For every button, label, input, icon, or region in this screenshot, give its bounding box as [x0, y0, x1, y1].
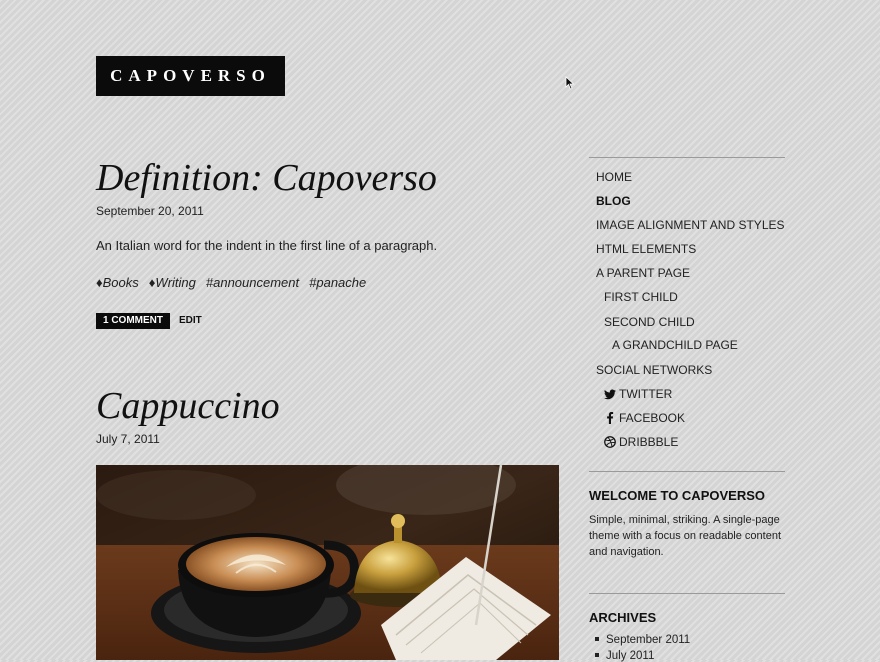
- archive-link[interactable]: July 2011: [595, 650, 654, 662]
- dribbble-icon: [604, 436, 616, 448]
- nav-item-first-child[interactable]: FIRST CHILD: [604, 290, 678, 304]
- category-link[interactable]: ♦Books: [96, 275, 139, 290]
- tag-link[interactable]: #announcement: [206, 275, 299, 290]
- nav-item-facebook[interactable]: FACEBOOK: [604, 411, 685, 425]
- post-date: July 7, 2011: [96, 432, 160, 446]
- nav-item-social-networks[interactable]: SOCIAL NETWORKS: [596, 363, 712, 377]
- archive-link[interactable]: September 2011: [595, 634, 690, 646]
- post-excerpt: An Italian word for the indent in the fi…: [96, 238, 438, 253]
- nav-item-twitter[interactable]: TWITTER: [604, 387, 672, 401]
- sidebar-divider: [589, 157, 785, 158]
- mouse-cursor-icon: [565, 76, 575, 90]
- nav-item-blog[interactable]: BLOG: [596, 194, 631, 208]
- comments-button[interactable]: 1 COMMENT: [96, 313, 170, 329]
- edit-link[interactable]: EDIT: [179, 313, 202, 329]
- sidebar-divider: [589, 471, 785, 472]
- post-taxonomy: ♦Books ♦Writing #announcement #panache: [96, 275, 366, 290]
- nav-item-parent-page[interactable]: A PARENT PAGE: [596, 266, 690, 280]
- nav-item-second-child[interactable]: SECOND CHILD: [604, 315, 695, 329]
- nav-item-dribbble[interactable]: DRIBBBLE: [604, 435, 678, 449]
- welcome-widget-title: WELCOME TO CAPOVERSO: [589, 488, 765, 503]
- facebook-icon: [607, 412, 614, 424]
- site-logo[interactable]: CAPOVERSO: [96, 56, 285, 96]
- tag-link[interactable]: #panache: [309, 275, 366, 290]
- nav-item-grandchild-page[interactable]: A GRANDCHILD PAGE: [612, 338, 738, 352]
- archives-widget-title: ARCHIVES: [589, 610, 657, 625]
- nav-item-image-alignment[interactable]: IMAGE ALIGNMENT AND STYLES: [596, 218, 785, 232]
- post-date: September 20, 2011: [96, 204, 204, 218]
- nav-item-html-elements[interactable]: HTML ELEMENTS: [596, 242, 696, 256]
- nav-item-home[interactable]: HOME: [596, 170, 632, 184]
- twitter-icon: [604, 389, 616, 400]
- category-link[interactable]: ♦Writing: [149, 275, 196, 290]
- post-featured-image[interactable]: [96, 465, 559, 660]
- sidebar-divider: [589, 593, 785, 594]
- post-title[interactable]: Cappuccino: [96, 384, 280, 428]
- post-title[interactable]: Definition: Capoverso: [96, 156, 437, 200]
- welcome-widget-text: Simple, minimal, striking. A single-page…: [589, 514, 782, 558]
